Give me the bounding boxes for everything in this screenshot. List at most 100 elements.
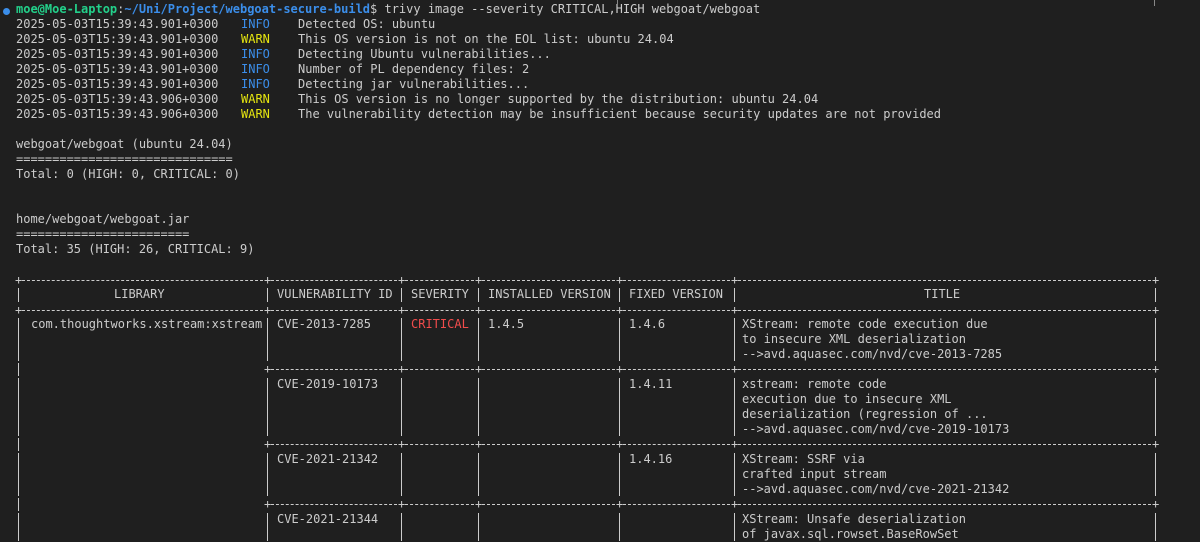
log-message: The vulnerability detection may be insuf… (298, 107, 941, 121)
header-fixed-version: FIXED VERSION (629, 287, 723, 301)
log-timestamp: 2025-05-03T15:39:43.901+0300 (16, 62, 219, 76)
table-corner: + (616, 273, 624, 287)
table-border (478, 453, 479, 496)
table-corner: + (1152, 303, 1160, 317)
table-border (401, 288, 402, 302)
log-level: INFO (241, 77, 270, 91)
table-border (271, 504, 397, 505)
table-border (734, 318, 735, 361)
terminal-window[interactable]: moe@Moe-Laptop:~/Uni/Project/webgoat-sec… (0, 0, 1200, 541)
table-border (18, 453, 19, 496)
table-border (401, 318, 402, 361)
table-border (18, 498, 19, 511)
table-border (405, 310, 474, 311)
table-border (18, 438, 19, 451)
table-border (405, 444, 474, 445)
table-corner: + (398, 303, 406, 317)
log-timestamp: 2025-05-03T15:39:43.901+0300 (16, 32, 219, 46)
table-border (18, 513, 19, 541)
table-border (1155, 513, 1156, 541)
table-border (478, 318, 479, 361)
table-corner: + (616, 303, 624, 317)
log-level: WARN (241, 32, 270, 46)
library-name: com.thoughtworks.xstream:xstream (31, 317, 263, 331)
table-corner: + (264, 273, 272, 287)
table-border (738, 504, 1151, 505)
table-corner: + (731, 437, 739, 451)
table-corner: + (731, 362, 739, 376)
vulnerability-title-line: XStream: remote code execution due (742, 317, 988, 331)
table-border (623, 504, 730, 505)
table-border (623, 444, 730, 445)
vulnerability-id: CVE-2013-7285 (277, 317, 371, 331)
table-border (267, 378, 268, 436)
table-border (18, 318, 19, 361)
prompt-line: moe@Moe-Laptop:~/Uni/Project/webgoat-sec… (0, 2, 760, 17)
table-border (734, 378, 735, 436)
table-border (18, 288, 19, 302)
log-timestamp: 2025-05-03T15:39:43.901+0300 (16, 17, 219, 31)
header-title: TITLE (924, 287, 961, 301)
table-border (619, 288, 620, 302)
vulnerability-title-line: of javax.sql.rowset.BaseRowSet (742, 527, 959, 541)
table-border (619, 378, 620, 436)
table-corner: + (475, 273, 483, 287)
vulnerability-id: CVE-2021-21342 (277, 452, 379, 466)
table-border (1155, 288, 1156, 302)
table-corner: + (264, 437, 272, 451)
fixed-version: 1.4.11 (629, 377, 673, 391)
table-border (623, 310, 730, 311)
table-border (482, 280, 615, 281)
log-level: WARN (241, 107, 270, 121)
log-level: WARN (241, 92, 270, 106)
table-corner: + (616, 497, 624, 511)
table-corner: + (616, 362, 624, 376)
vulnerability-title-line: XStream: SSRF via (742, 452, 865, 466)
table-border (405, 369, 474, 370)
table-border (738, 310, 1151, 311)
table-border (18, 363, 19, 376)
table-corner: + (15, 273, 23, 287)
table-corner: + (398, 497, 406, 511)
pane-divider (617, 0, 618, 6)
table-border (623, 280, 730, 281)
vulnerability-id: CVE-2021-21344 (277, 512, 379, 526)
table-corner: + (731, 497, 739, 511)
table-border (401, 378, 402, 436)
table-corner: + (475, 437, 483, 451)
vulnerability-title-line: to insecure XML deserialization (742, 332, 966, 346)
table-border (271, 310, 397, 311)
table-border (482, 444, 615, 445)
table-corner: + (264, 497, 272, 511)
vulnerability-title-line: execution due to insecure XML (742, 392, 952, 406)
vulnerability-title-line: -->avd.aquasec.com/nvd/cve-2019-10173 (742, 422, 1010, 436)
vulnerability-title-line: deserialization (regression of ... (742, 407, 988, 421)
table-corner: + (15, 303, 23, 317)
vulnerability-title-line: xstream: remote code (742, 377, 887, 391)
jar-target-underline: ======================== (16, 227, 190, 241)
header-library: LIBRARY (114, 287, 165, 301)
prompt-dollar: $ (370, 2, 385, 16)
table-border (267, 453, 268, 496)
log-message: Detecting jar vulnerabilities... (298, 77, 530, 91)
log-message: Detecting Ubuntu vulnerabilities... (298, 47, 551, 61)
log-message: This OS version is no longer supported b… (298, 92, 819, 106)
table-border (738, 444, 1151, 445)
log-level: INFO (241, 47, 270, 61)
table-border (734, 288, 735, 302)
table-border (1155, 318, 1156, 361)
log-message: Detected OS: ubuntu (298, 17, 436, 31)
table-border (482, 310, 615, 311)
table-border (619, 513, 620, 541)
log-message: Number of PL dependency files: 2 (298, 62, 530, 76)
table-border (478, 513, 479, 541)
prompt-user-host: moe@Moe-Laptop (16, 2, 118, 16)
table-corner: + (398, 273, 406, 287)
command-status-dot-icon[interactable] (3, 8, 10, 15)
vulnerability-title-line: XStream: Unsafe deserialization (742, 512, 966, 526)
table-corner: + (264, 362, 272, 376)
table-border (734, 453, 735, 496)
jar-total: Total: 35 (HIGH: 26, CRITICAL: 9) (16, 242, 255, 256)
vulnerability-id: CVE-2019-10173 (277, 377, 379, 391)
log-timestamp: 2025-05-03T15:39:43.906+0300 (16, 92, 219, 106)
